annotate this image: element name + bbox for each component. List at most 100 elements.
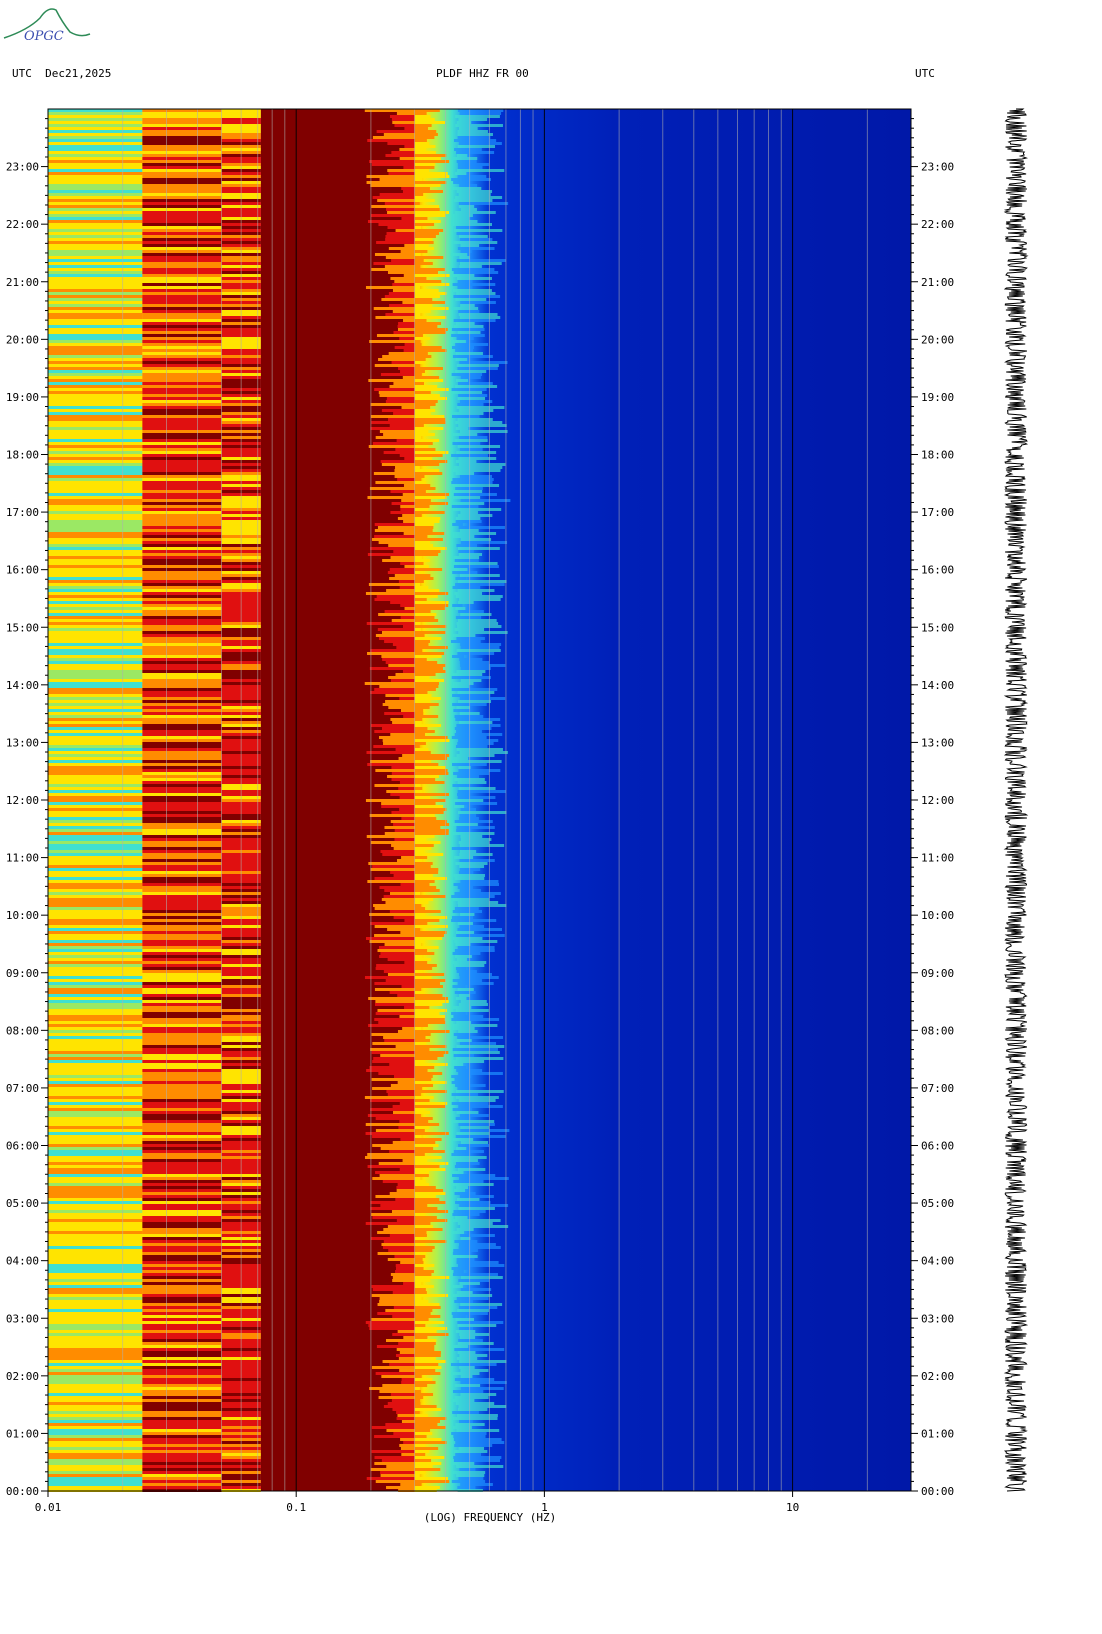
fringe-blue — [455, 343, 489, 346]
streak-band0 — [48, 556, 143, 559]
fringe-right — [414, 124, 432, 127]
streak-band0 — [48, 862, 143, 865]
fringe-left — [392, 1315, 415, 1318]
fringe-blue — [452, 283, 496, 286]
streak-band0 — [48, 166, 143, 169]
fringe-blue — [453, 229, 503, 232]
fringe-left — [382, 1384, 415, 1387]
fringe-left — [393, 1306, 415, 1309]
fringe-left — [388, 172, 415, 175]
fringe-right — [414, 388, 449, 391]
fringe-blue — [455, 472, 475, 475]
fringe-left — [391, 778, 415, 781]
fringe-right — [414, 1348, 435, 1351]
streak-band1 — [142, 538, 222, 541]
fringe-right — [414, 1399, 421, 1402]
streak-band0 — [48, 1114, 143, 1117]
fringe-blue — [458, 631, 508, 634]
streak-band0 — [48, 1402, 143, 1405]
fringe-right — [414, 1012, 440, 1015]
streak-band1 — [142, 400, 222, 403]
streak-band0 — [48, 1417, 143, 1420]
streak-band0 — [48, 1174, 143, 1177]
fringe-left — [386, 232, 415, 235]
streak-band1 — [142, 628, 222, 631]
fringe-blue — [458, 457, 497, 460]
fringe-right — [414, 598, 427, 601]
streak-band0 — [48, 589, 143, 592]
fringe-blue — [457, 1351, 476, 1354]
streak-band0 — [48, 715, 143, 718]
fringe-right — [414, 730, 435, 733]
fringe-left — [390, 820, 415, 823]
fringe-right — [414, 1273, 432, 1276]
streak-band0 — [48, 1264, 143, 1267]
fringe-blue — [459, 994, 470, 997]
fringe-left — [379, 178, 415, 181]
fringe-blue — [455, 1135, 506, 1138]
streak-band1 — [142, 1360, 222, 1363]
streak-band1 — [142, 1396, 222, 1399]
fringe-right — [414, 1477, 448, 1480]
streak-band0 — [48, 418, 143, 421]
fringe-right — [414, 181, 447, 184]
streak-band1 — [142, 472, 222, 475]
fringe-blue — [453, 874, 485, 877]
fringe-left — [372, 136, 415, 139]
streak-band1 — [142, 808, 222, 811]
streak-band1 — [142, 160, 222, 163]
fringe-left — [377, 1312, 415, 1315]
fringe-right — [414, 574, 431, 577]
streak-band0 — [48, 1480, 143, 1483]
fringe-left — [370, 415, 415, 418]
fringe-right — [414, 373, 422, 376]
fringe-blue — [454, 1051, 500, 1054]
fringe-left — [374, 1456, 415, 1459]
streak-band1 — [142, 1375, 222, 1378]
fringe-blue — [451, 373, 483, 376]
fringe-right — [414, 463, 440, 466]
streak-band0 — [48, 1459, 143, 1462]
fringe-blue — [456, 1414, 498, 1417]
fringe-blue — [458, 787, 496, 790]
streak-band0 — [48, 481, 143, 484]
streak-band0 — [48, 754, 143, 757]
streak-band1 — [142, 1384, 222, 1387]
fringe-left — [370, 1048, 415, 1051]
fringe-left — [381, 802, 415, 805]
streak-band1 — [142, 1354, 222, 1357]
fringe-right — [414, 1114, 421, 1117]
fringe-left — [399, 1120, 415, 1123]
fringe-blue — [457, 445, 501, 448]
fringe-right — [414, 313, 421, 316]
fringe-left — [369, 340, 415, 343]
fringe-right — [414, 658, 427, 661]
streak-band0 — [48, 1081, 143, 1084]
fringe-blue — [451, 1432, 487, 1435]
streak-band1 — [142, 124, 222, 127]
fringe-blue — [459, 1327, 473, 1330]
fringe-right — [414, 751, 431, 754]
streak-band1 — [142, 115, 222, 118]
streak-band1 — [142, 1126, 222, 1129]
streak-band1 — [142, 832, 222, 835]
fringe-right — [414, 1450, 430, 1453]
fringe-right — [414, 808, 447, 811]
streak-band0 — [48, 1156, 143, 1159]
fringe-blue — [456, 259, 506, 262]
fringe-left — [371, 1294, 415, 1297]
streak-band1 — [142, 1309, 222, 1312]
fringe-blue — [452, 469, 501, 472]
streak-band0 — [48, 943, 143, 946]
fringe-left — [392, 289, 415, 292]
fringe-left — [369, 814, 415, 817]
fringe-left — [385, 238, 415, 241]
fringe-right — [414, 937, 443, 940]
fringe-left — [371, 1366, 415, 1369]
fringe-left — [394, 469, 415, 472]
streak-band0 — [48, 1117, 143, 1120]
fringe-left — [391, 766, 415, 769]
fringe-blue — [455, 517, 481, 520]
fringe-blue — [457, 1222, 493, 1225]
streak-band1 — [142, 790, 222, 793]
